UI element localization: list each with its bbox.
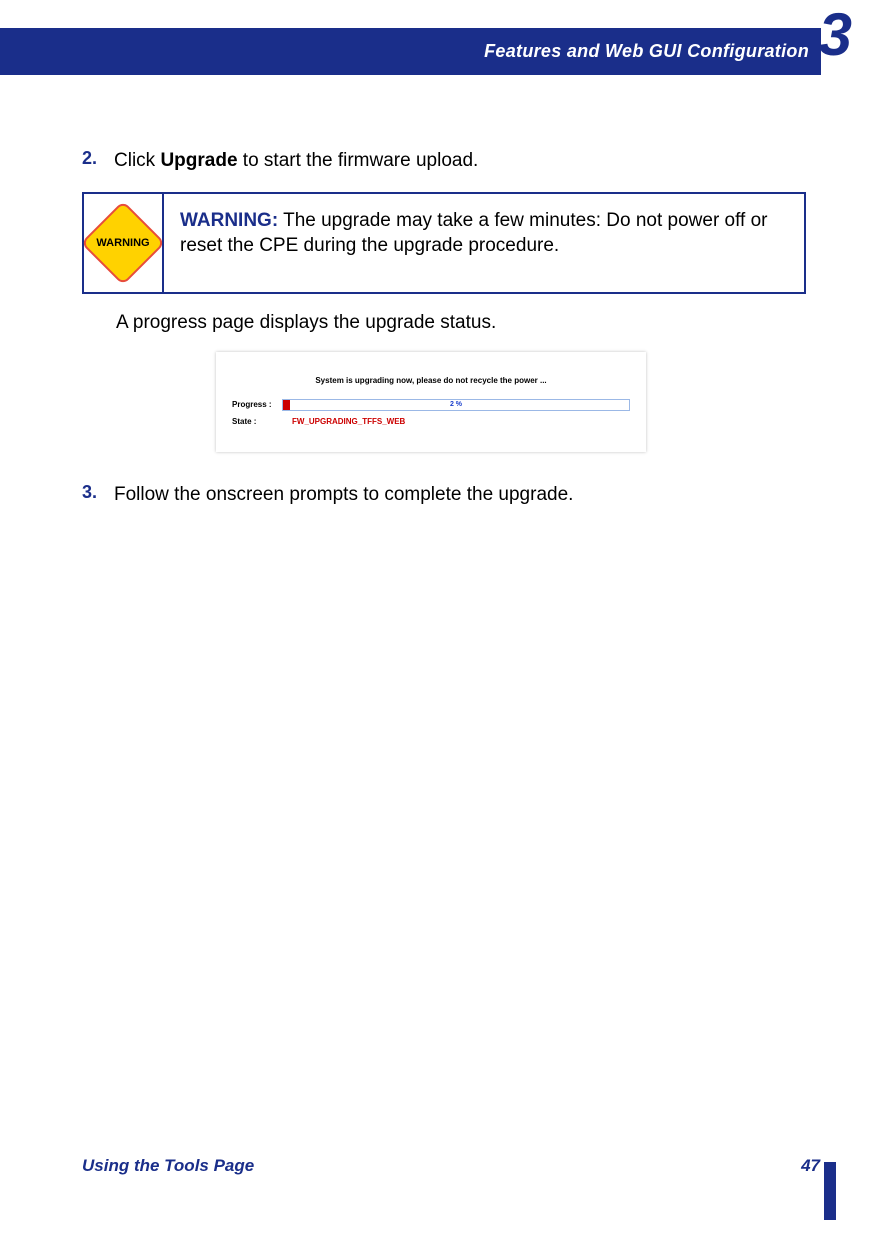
header-title: Features and Web GUI Configuration [484,41,809,62]
footer-left: Using the Tools Page [82,1156,254,1176]
warning-diamond-icon: WARNING [84,204,162,282]
warning-text: WARNING: The upgrade may take a few minu… [164,194,804,292]
progress-bar: 2 % [282,399,630,411]
step-text-post: to start the firmware upload. [238,150,479,171]
header-band: Features and Web GUI Configuration [0,28,821,75]
state-label: State : [232,417,282,426]
content-area: 2. Click Upgrade to start the firmware u… [82,148,802,525]
warning-sign-text: WARNING [84,204,162,282]
warning-icon-cell: WARNING [84,194,164,292]
progress-caption: A progress page displays the upgrade sta… [116,312,802,334]
footer-page-number: 47 [801,1156,820,1176]
chapter-number: 3 [819,0,852,69]
step-text-bold: Upgrade [160,150,237,171]
progress-screenshot: System is upgrading now, please do not r… [216,352,646,452]
step-2: 2. Click Upgrade to start the firmware u… [82,148,802,174]
step-number: 2. [82,148,114,174]
warning-label: WARNING: [180,210,278,231]
footer: Using the Tools Page 47 [82,1156,820,1176]
step-number: 3. [82,482,114,508]
footer-accent-bar [824,1162,836,1220]
progress-label: Progress : [232,400,282,409]
progress-row: Progress : 2 % [232,399,630,411]
step-3: 3. Follow the onscreen prompts to comple… [82,482,802,508]
step-text: Click Upgrade to start the firmware uplo… [114,148,478,174]
step-text: Follow the onscreen prompts to complete … [114,482,573,508]
state-row: State : FW_UPGRADING_TFFS_WEB [232,417,630,426]
progress-bar-percent: 2 % [283,401,629,408]
progress-message: System is upgrading now, please do not r… [232,376,630,385]
state-value: FW_UPGRADING_TFFS_WEB [292,417,405,426]
step-text-pre: Click [114,150,160,171]
warning-box: WARNING WARNING: The upgrade may take a … [82,192,806,294]
